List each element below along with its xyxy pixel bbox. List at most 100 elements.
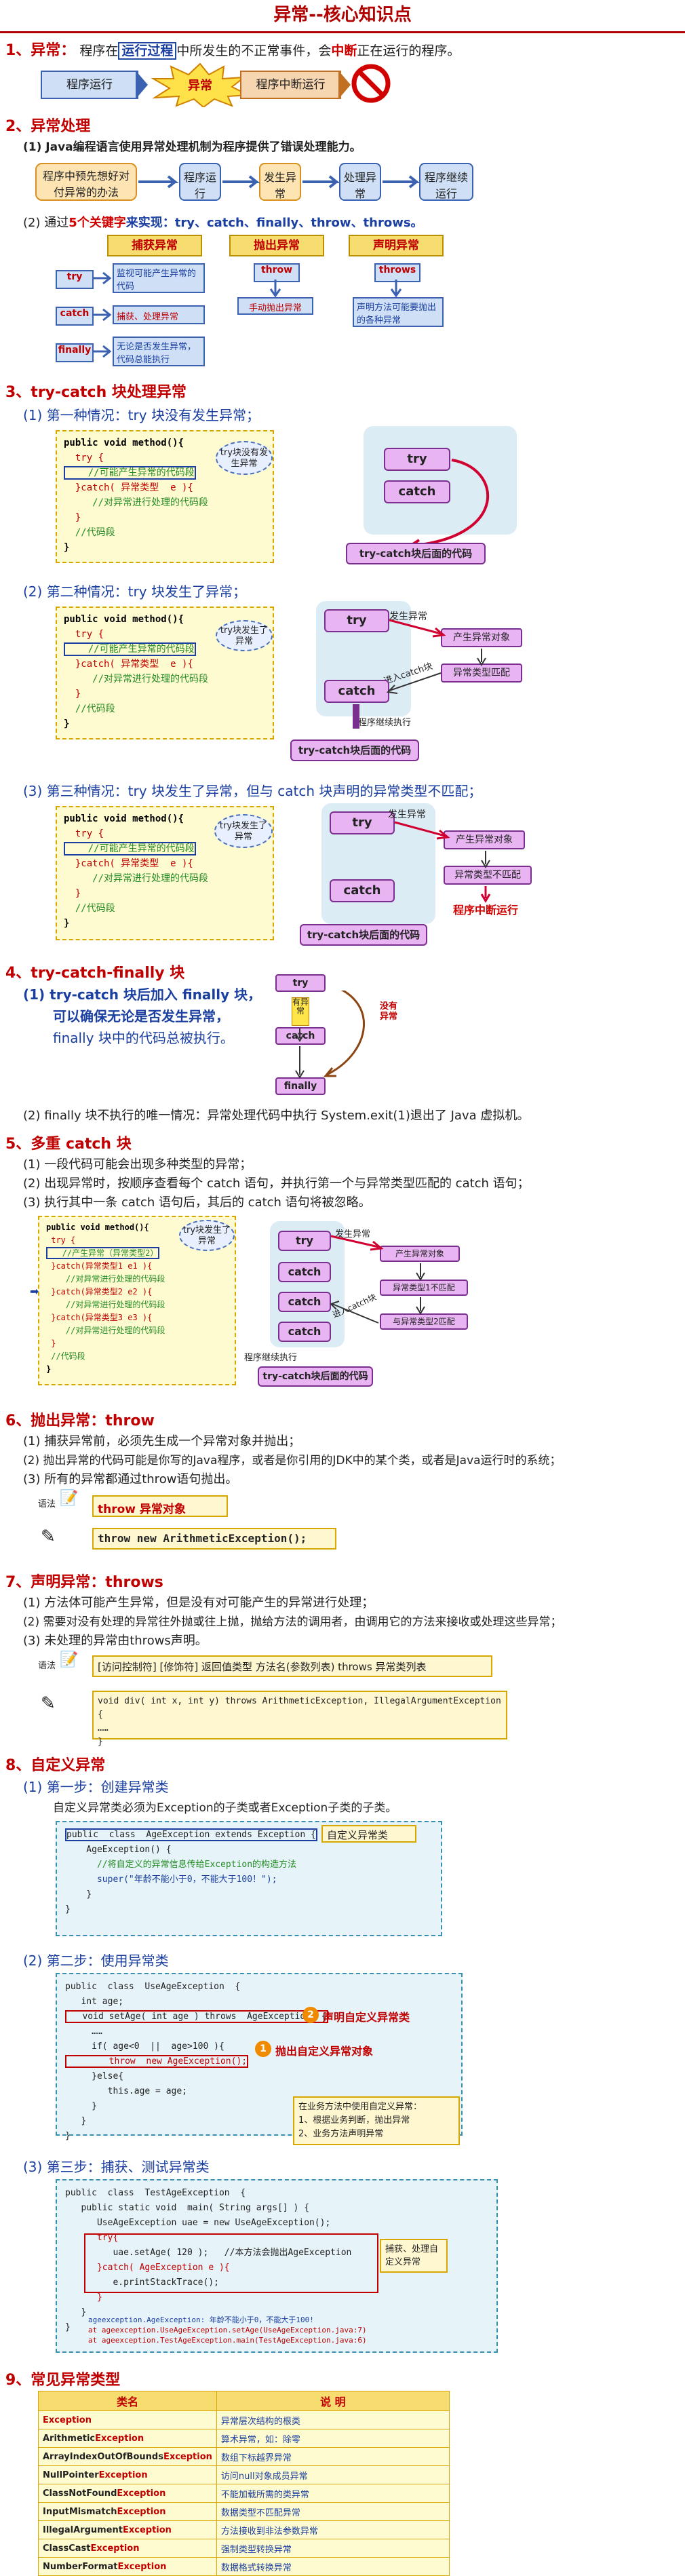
code-line: //对异常进行处理的代码段	[64, 674, 209, 685]
cloud-note-2: try块发生了异常	[216, 620, 273, 651]
s5-head: 5、多重 catch 块	[5, 1136, 132, 1153]
code-line: ……	[65, 2026, 102, 2037]
exception-table: 类名 说 明 Exception 异常层次结构的根类 ArithmeticExcep…	[38, 2391, 450, 2576]
s1-text: 程序在	[79, 43, 119, 58]
s8-head: 8、自定义异常	[5, 1757, 106, 1774]
try-highlight-box	[84, 2233, 378, 2293]
s4-head: 4、try-catch-finally 块	[5, 965, 185, 982]
code-line: //对异常进行处理的代码段	[46, 1326, 165, 1335]
code-line: public class AgeException extends Except…	[65, 1828, 317, 1841]
flow2-arrows-icon	[138, 175, 420, 189]
exception-class-name: ClassCastException	[38, 2539, 217, 2558]
exception-description: 数据类型不匹配异常	[216, 2502, 450, 2521]
s8-n2c-line: 1、根据业务判断，抛出异常	[298, 2115, 410, 2126]
s1-line: 1、异常： 程序在 运行过程 中所发生的不正常事件，会中断正在运行的程序。	[5, 38, 677, 60]
code-line: public class UseAgeException {	[65, 1982, 241, 1992]
code-line: }	[65, 2116, 87, 2126]
table-row: NumberFormatException 数据格式转换异常	[38, 2557, 450, 2576]
s4-l4: (2) finally 块不执行的唯一情况：异常处理代码中执行 System.e…	[23, 1109, 530, 1123]
exception-description: 不能加载所需的类异常	[216, 2484, 450, 2503]
cloud-note-1: try块没有发生异常	[216, 441, 273, 475]
pointer-arrow-icon: ➡	[30, 1285, 39, 1298]
s1-text3: 正在运行的程序。	[357, 43, 461, 58]
d4-arrows-icon	[295, 991, 365, 1079]
code-line: try {	[46, 1235, 76, 1245]
s6-head: 6、抛出异常：throw	[5, 1412, 155, 1429]
cloud-note-4: try块发生了异常	[179, 1220, 235, 1251]
exception-class-name: NumberFormatException	[38, 2557, 217, 2576]
page-title: 异常--核心知识点	[0, 0, 685, 33]
code-line: try {	[64, 828, 104, 839]
table-row: NullPointerException 访问null对象成员异常	[38, 2465, 450, 2484]
s6-g2: throw new ArithmeticException();	[92, 1528, 336, 1550]
s8-step1: (1) 第一步：创建异常类	[23, 1779, 169, 1795]
code-line: }	[46, 1364, 52, 1374]
code-line: public static void main( String args[] )…	[65, 2203, 310, 2213]
flow-arrow-icon	[338, 71, 351, 99]
badge-1: 1	[255, 2041, 271, 2057]
d2-arrows-icon	[353, 619, 486, 729]
s8-n2c-line: 在业务方法中使用自定义异常：	[298, 2102, 423, 2112]
code-line: //可能产生异常的代码段	[64, 466, 196, 480]
code-line: //对异常进行处理的代码段	[64, 873, 209, 884]
d2-after: try-catch块后面的代码	[290, 739, 419, 761]
code-line: try {	[64, 629, 104, 640]
code-line: }catch( 异常类型 e ){	[64, 858, 193, 869]
code-line: }	[65, 2307, 87, 2318]
code-line: public class TestAgeException {	[65, 2188, 246, 2198]
d3-after: try-catch块后面的代码	[300, 924, 427, 946]
d3-arrows-icon	[394, 821, 491, 903]
s8-n2c-line: 2、业务方法声明异常	[298, 2129, 384, 2139]
console-line: ageexception.AgeException: 年龄不能小于0，不能大于1…	[88, 2315, 314, 2324]
code-line: //对异常进行处理的代码段	[46, 1274, 165, 1284]
d4-try: try	[275, 974, 326, 992]
table-row: ArithmeticException 算术异常，如：除零	[38, 2429, 450, 2448]
s8-step2: (2) 第二步：使用异常类	[23, 1953, 169, 1969]
s9-head: 9、常见异常类型	[5, 2372, 121, 2389]
code-line: //代码段	[64, 704, 115, 714]
code-line: }	[64, 689, 81, 699]
s1-red: 中断	[331, 43, 357, 58]
d3-try: try	[330, 811, 395, 834]
code-line: }catch(异常类型2 e2 ){	[46, 1287, 153, 1296]
d5-catch-2: catch	[278, 1292, 331, 1312]
code-line: //代码段	[64, 527, 115, 538]
s5-l2: (2) 出现异常时，按顺序查看每个 catch 语句，并执行第一个与异常类型匹配…	[23, 1176, 530, 1191]
flow2-plan: 程序中预先想好对付异常的办法	[35, 163, 137, 201]
code-line: UseAgeException uae = new UseAgeExceptio…	[65, 2218, 331, 2228]
kw-try: try	[56, 270, 94, 289]
exception-description: 强制类型转换异常	[216, 2539, 450, 2558]
exception-class-name: Exception	[38, 2410, 217, 2429]
d5-after: try-catch块后面的代码	[258, 1366, 373, 1387]
code-line: }catch( 异常类型 e ){	[64, 659, 193, 670]
table-row: InputMismatchException 数据类型不匹配异常	[38, 2502, 450, 2521]
s7-g1: [访问控制符] [修饰符] 返回值类型 方法名(参数列表) throws 异常类…	[92, 1655, 492, 1677]
code-line: }catch( 异常类型 e ){	[64, 482, 193, 493]
exception-class-name: ArithmeticException	[38, 2429, 217, 2448]
code-line: }	[46, 1339, 56, 1348]
exception-class-name: IllegalArgumentException	[38, 2520, 217, 2539]
d5-continue: 程序继续执行	[244, 1353, 298, 1363]
pencil-icon: ✎	[41, 1526, 56, 1547]
s8-step1-desc: 自定义异常类必须为Exception的子类或者Exception子类的子类。	[53, 1801, 397, 1815]
s5-l3: (3) 执行其中一条 catch 语句后，其后的 catch 语句将被忽略。	[23, 1195, 371, 1210]
kw-throws-desc: 声明方法可能要抛出的各种异常	[353, 297, 444, 327]
code-line: public void method(){	[64, 438, 184, 448]
d5-catch-3: catch	[278, 1322, 331, 1342]
code-line: //将自定义的异常信息传给Exception的构造方法	[65, 1860, 297, 1870]
code-line: AgeException() {	[65, 1845, 172, 1855]
code-line: }	[65, 2322, 71, 2332]
code-line: }	[65, 2292, 102, 2303]
code-line: super("年龄不能小于0，不能大于100！");	[65, 1875, 277, 1885]
exception-class-name: NullPointerException	[38, 2465, 217, 2484]
s7-g2-line: }	[98, 1737, 103, 1747]
exception-description: 数据格式转换异常	[216, 2557, 450, 2576]
s4-l3: finally 块中的代码总被执行。	[53, 1030, 234, 1046]
flow2-continue: 程序继续运行	[419, 163, 473, 201]
code-line: this.age = age;	[65, 2086, 188, 2096]
s2-l2-post: 来实现：try、catch、finally、throw、throws。	[125, 216, 423, 230]
note-icon: 📝	[60, 1651, 79, 1668]
code-line: void setAge( int age ) throws AgeExcepti…	[65, 2010, 328, 2023]
s8-n2a: 声明自定义异常类	[323, 2011, 410, 2024]
code-line: }	[64, 718, 70, 729]
